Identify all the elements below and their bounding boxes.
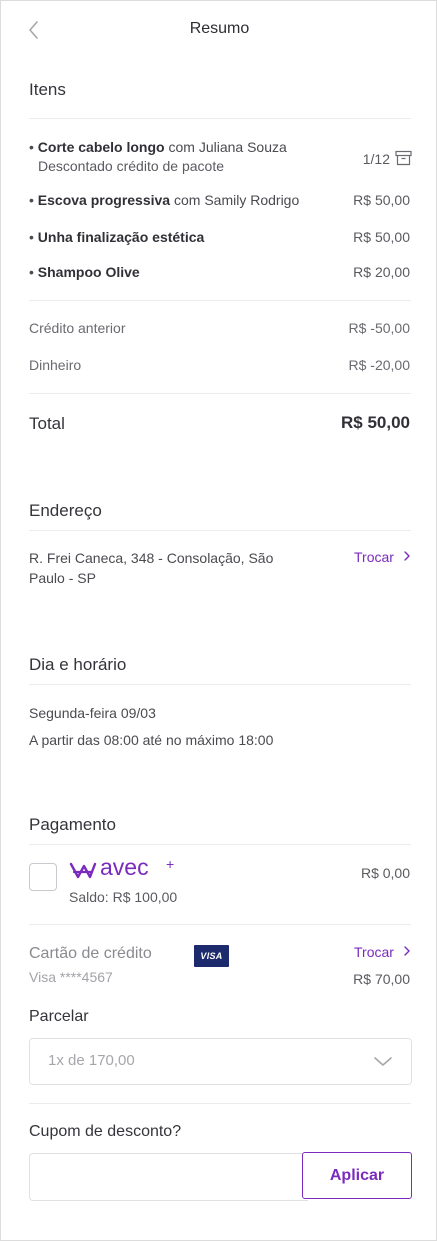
list-item: • Escova progressiva com Samily Rodrigo <box>29 192 299 208</box>
change-label: Trocar <box>354 549 394 565</box>
total-value: R$ 50,00 <box>341 413 410 432</box>
professional-name: com Juliana Souza <box>168 139 287 155</box>
coupon-title: Cupom de desconto? <box>29 1123 182 1140</box>
divider <box>29 118 411 119</box>
previous-credit-label: Crédito anterior <box>29 320 126 336</box>
coupon-input[interactable] <box>29 1153 308 1201</box>
package-credit-note: Descontado crédito de pacote <box>38 158 225 174</box>
schedule-section-title: Dia e horário <box>29 655 127 674</box>
payment-section-title: Pagamento <box>29 815 116 834</box>
previous-credit-value: R$ -50,00 <box>348 320 410 336</box>
list-item: • Corte cabelo longo com Juliana Souza <box>29 139 287 155</box>
address-line-1: R. Frei Caneca, 348 - Consolação, São <box>29 550 274 566</box>
chevron-right-icon <box>404 946 410 956</box>
divider <box>29 844 411 845</box>
bullet: • <box>29 229 34 245</box>
wallet-balance: Saldo: R$ 100,00 <box>69 889 178 905</box>
divider <box>29 1103 411 1104</box>
bullet: • <box>29 264 34 280</box>
divider <box>29 300 411 301</box>
professional-name: com Samily Rodrigo <box>173 192 300 208</box>
total-label: Total <box>29 414 65 433</box>
card-value: R$ 70,00 <box>353 971 410 987</box>
item-price: R$ 20,00 <box>353 264 410 280</box>
divider <box>29 924 411 925</box>
schedule-time: A partir das 08:00 até no máximo 18:00 <box>29 732 274 748</box>
bullet: • <box>29 139 34 155</box>
address-section-title: Endereço <box>29 501 102 520</box>
chevron-down-icon <box>374 1057 392 1066</box>
page-title: Resumo <box>189 20 250 37</box>
item-price: R$ 50,00 <box>353 192 410 208</box>
wallet-value: R$ 0,00 <box>360 865 410 881</box>
installments-value: 1x de 170,00 <box>48 1052 135 1069</box>
installments-select[interactable]: 1x de 170,00 <box>29 1038 412 1085</box>
package-box-icon <box>395 150 412 171</box>
list-item: • Unha finalização estética <box>29 229 204 245</box>
avec-brand: avec <box>100 854 149 880</box>
cash-label: Dinheiro <box>29 357 82 373</box>
items-section-title: Itens <box>29 80 66 99</box>
item-price: R$ 50,00 <box>353 229 410 245</box>
visa-badge: VISA <box>194 945 229 967</box>
card-number: Visa ****4567 <box>29 969 113 985</box>
summary-screen: Resumo Itens • Corte cabelo longo com Ju… <box>0 0 437 1241</box>
apply-coupon-button[interactable]: Aplicar <box>302 1152 412 1199</box>
divider <box>29 530 411 531</box>
cash-value: R$ -20,00 <box>348 357 410 373</box>
service-name: Corte cabelo longo <box>37 139 165 155</box>
address-line-2: Paulo - SP <box>29 570 96 586</box>
change-card-button[interactable]: Trocar <box>354 944 412 960</box>
plus-icon: + <box>166 856 175 872</box>
change-address-button[interactable]: Trocar <box>354 549 412 565</box>
package-usage: 1/12 <box>362 151 390 167</box>
chevron-right-icon <box>404 551 410 561</box>
avec-wallet: avec + <box>69 856 174 885</box>
use-wallet-checkbox[interactable] <box>29 863 57 891</box>
service-name: Escova progressiva <box>37 192 171 208</box>
service-name: Shampoo Olive <box>37 264 140 280</box>
divider <box>29 393 411 394</box>
avec-logo-icon <box>69 862 97 879</box>
schedule-date: Segunda-feira 09/03 <box>29 705 156 721</box>
service-name: Unha finalização estética <box>37 229 205 245</box>
installments-label: Parcelar <box>29 1008 89 1025</box>
list-item: • Shampoo Olive <box>29 264 140 280</box>
divider <box>29 684 411 685</box>
change-label: Trocar <box>354 944 394 960</box>
bullet: • <box>29 192 34 208</box>
credit-card-label: Cartão de crédito <box>29 945 152 962</box>
